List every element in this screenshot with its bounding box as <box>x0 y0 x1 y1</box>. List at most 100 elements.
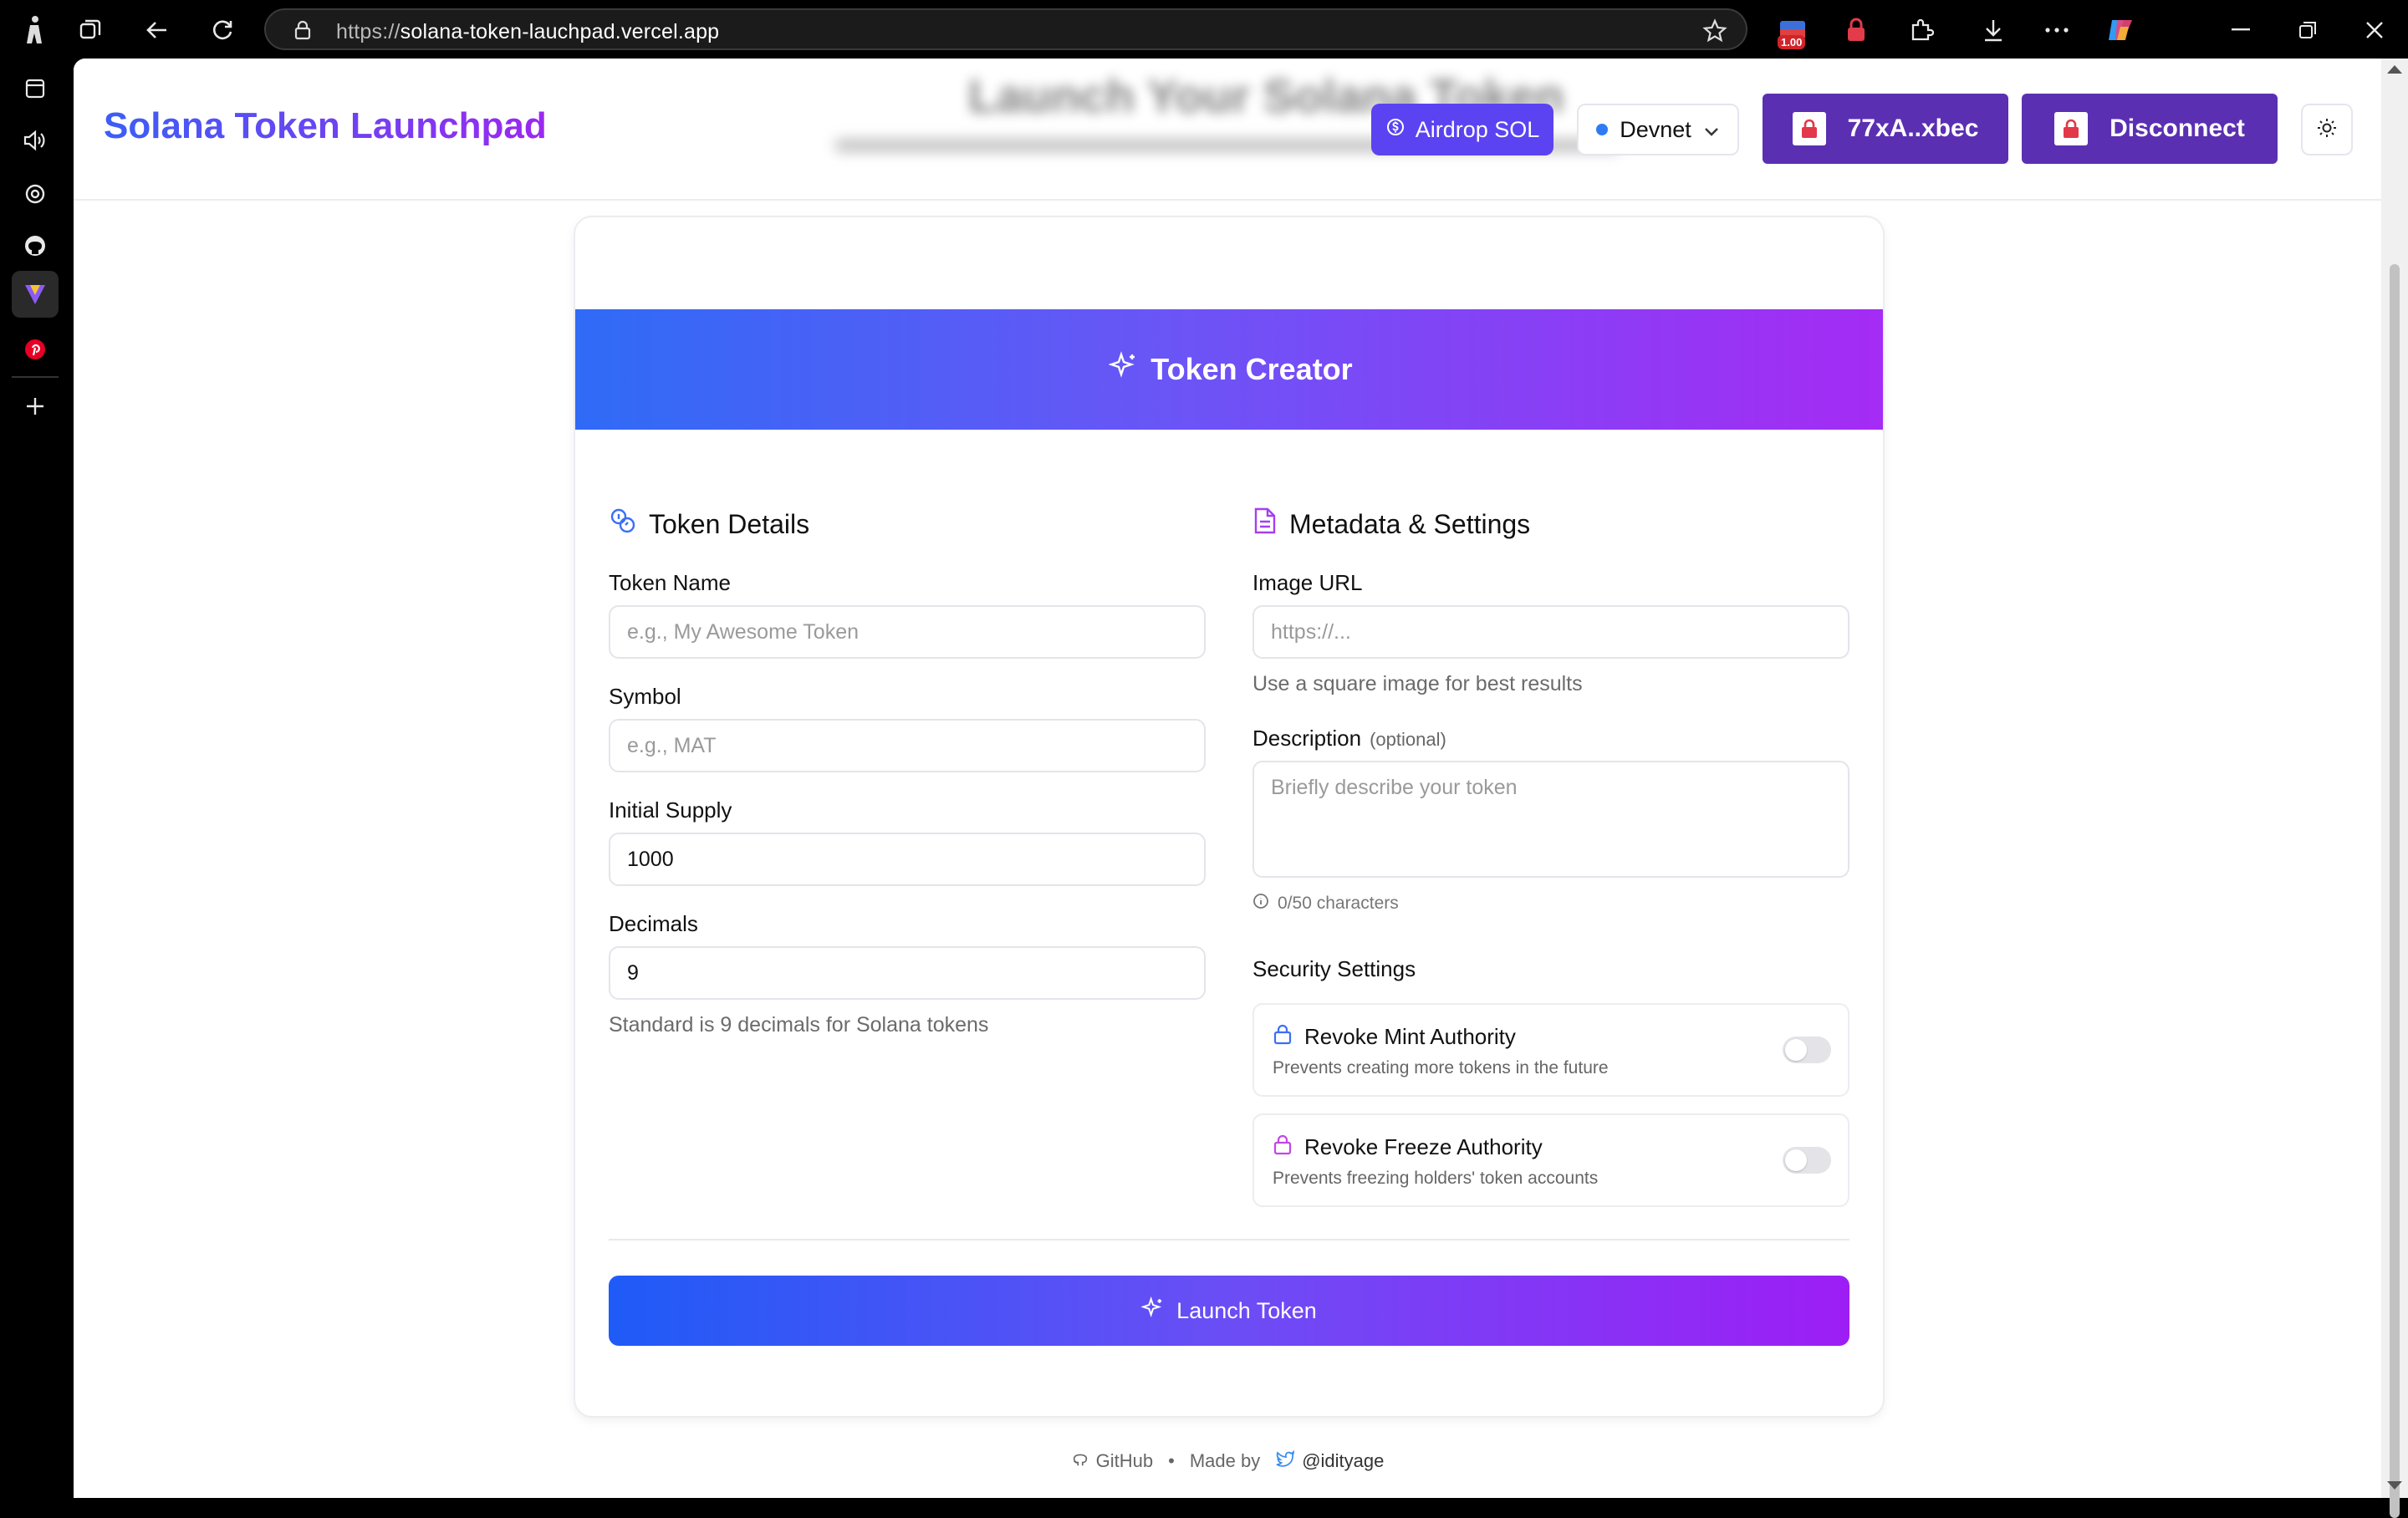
info-icon <box>1252 893 1269 914</box>
network-select[interactable]: Devnet <box>1577 104 1739 155</box>
app-header: Solana Token Launchpad Launch Your Solan… <box>74 59 2381 201</box>
description-optional: (optional) <box>1370 729 1446 750</box>
favorite-star-icon[interactable] <box>1701 17 1729 45</box>
copilot-icon[interactable] <box>2102 12 2139 48</box>
image-url-hint: Use a square image for best results <box>1252 672 1583 695</box>
speaker-icon[interactable] <box>18 124 52 157</box>
restore-icon[interactable] <box>2291 13 2324 47</box>
lock-icon <box>1273 1023 1293 1051</box>
made-by-label: Made by <box>1189 1450 1261 1471</box>
revoke-mint-box: Revoke Mint Authority Prevents creating … <box>1252 1003 1849 1097</box>
token-details-heading: Token Details <box>609 507 809 542</box>
airdrop-sol-button[interactable]: Airdrop SOL <box>1371 104 1553 155</box>
description-input[interactable] <box>1252 761 1849 878</box>
workspaces-icon[interactable] <box>74 13 107 47</box>
disconnect-label: Disconnect <box>2110 115 2245 142</box>
back-icon[interactable] <box>140 13 174 47</box>
wallet-address: 77xA..xbec <box>1847 115 1979 142</box>
lock-icon[interactable] <box>291 18 314 42</box>
token-name-input[interactable] <box>609 605 1206 659</box>
toggle-knob <box>1785 1039 1807 1061</box>
add-icon[interactable] <box>18 390 52 423</box>
launch-token-label: Launch Token <box>1176 1297 1317 1323</box>
unlock-icon <box>1273 1133 1293 1161</box>
url-prefix: https:// <box>336 20 400 43</box>
decimals-hint: Standard is 9 decimals for Solana tokens <box>609 1013 989 1037</box>
image-url-label: Image URL <box>1252 570 1363 595</box>
browser-toolbar: https://solana-token-lauchpad.vercel.app… <box>0 0 2408 59</box>
document-icon <box>1252 507 1278 542</box>
footer-separator: • <box>1168 1450 1175 1471</box>
brand-title[interactable]: Solana Token Launchpad <box>104 105 547 147</box>
chevron-down-icon <box>1703 117 1720 143</box>
page-viewport: Solana Token Launchpad Launch Your Solan… <box>74 59 2381 1498</box>
network-label: Devnet <box>1620 116 1691 142</box>
github-icon[interactable] <box>18 229 52 262</box>
revoke-freeze-box: Revoke Freeze Authority Prevents freezin… <box>1252 1113 1849 1207</box>
image-url-input[interactable] <box>1252 605 1849 659</box>
github-label: GitHub <box>1095 1450 1154 1471</box>
toggle-knob <box>1785 1149 1807 1171</box>
token-creator-card: Token Creator Token Details Token Name S… <box>574 216 1885 1418</box>
password-extension-icon[interactable] <box>1839 13 1873 47</box>
coin-icon <box>1385 117 1406 143</box>
wallet-address-button[interactable]: 77xA..xbec <box>1763 94 2008 164</box>
token-name-label: Token Name <box>609 570 731 595</box>
sun-icon <box>2316 117 2338 143</box>
revoke-mint-heading: Revoke Mint Authority <box>1273 1023 1516 1051</box>
revoke-mint-desc: Prevents creating more tokens in the fut… <box>1273 1058 1609 1077</box>
extensions-puzzle-icon[interactable] <box>1905 13 1938 47</box>
browser-sidebar <box>0 59 74 1505</box>
revoke-freeze-heading: Revoke Freeze Authority <box>1273 1133 1543 1161</box>
downloads-icon[interactable] <box>1977 13 2010 47</box>
coins-icon <box>609 507 637 542</box>
twitter-handle: @idityage <box>1302 1450 1385 1471</box>
minimize-icon[interactable] <box>2224 13 2258 47</box>
revoke-mint-title: Revoke Mint Authority <box>1304 1024 1516 1049</box>
sidebar-divider <box>12 376 59 378</box>
char-count-text: 0/50 characters <box>1278 894 1399 913</box>
revoke-freeze-toggle[interactable] <box>1783 1147 1831 1174</box>
pinterest-icon[interactable] <box>18 333 52 366</box>
card-header: Token Creator <box>575 309 1883 430</box>
twitter-icon <box>1275 1449 1295 1472</box>
twitter-link[interactable]: @idityage <box>1275 1449 1385 1472</box>
wallet-lock-icon <box>2054 112 2089 145</box>
metadata-title: Metadata & Settings <box>1289 508 1531 539</box>
description-label-text: Description <box>1252 726 1362 751</box>
openai-icon[interactable] <box>18 177 52 211</box>
tabs-panel-icon[interactable] <box>18 72 52 105</box>
sparkles-icon <box>1140 1296 1165 1326</box>
initial-supply-label: Initial Supply <box>609 797 732 823</box>
extension-badge: 1.00 <box>1778 35 1806 49</box>
profile-icon[interactable] <box>18 13 50 45</box>
symbol-input[interactable] <box>609 719 1206 772</box>
card-title: Token Creator <box>1150 352 1353 386</box>
vercel-app-icon[interactable] <box>12 271 59 318</box>
disconnect-button[interactable]: Disconnect <box>2022 94 2278 164</box>
airdrop-label: Airdrop SOL <box>1415 116 1540 142</box>
theme-toggle-button[interactable] <box>2301 104 2353 155</box>
initial-supply-input[interactable] <box>609 833 1206 886</box>
form-divider <box>609 1239 1849 1240</box>
revoke-mint-toggle[interactable] <box>1783 1037 1831 1063</box>
scroll-up-icon[interactable] <box>2387 65 2402 74</box>
close-window-icon[interactable] <box>2358 13 2391 47</box>
url-text[interactable]: https://solana-token-lauchpad.vercel.app <box>336 20 719 44</box>
more-options-icon[interactable] <box>2040 13 2074 47</box>
scroll-down-icon[interactable] <box>2387 1481 2402 1490</box>
github-icon <box>1071 1449 1089 1473</box>
refresh-icon[interactable] <box>206 13 239 47</box>
decimals-label: Decimals <box>609 911 698 936</box>
github-link[interactable]: GitHub <box>1071 1449 1153 1473</box>
security-settings-label: Security Settings <box>1252 956 1416 981</box>
scrollbar-thumb[interactable] <box>2390 264 2400 1518</box>
launch-token-button[interactable]: Launch Token <box>609 1276 1849 1346</box>
char-count: 0/50 characters <box>1252 893 1399 914</box>
metadata-heading: Metadata & Settings <box>1252 507 1530 542</box>
sparkles-icon <box>1108 350 1139 389</box>
network-status-dot <box>1596 124 1609 135</box>
decimals-input[interactable] <box>609 946 1206 1000</box>
page-scrollbar[interactable] <box>2381 59 2408 1518</box>
address-bar[interactable]: https://solana-token-lauchpad.vercel.app <box>264 8 1747 50</box>
